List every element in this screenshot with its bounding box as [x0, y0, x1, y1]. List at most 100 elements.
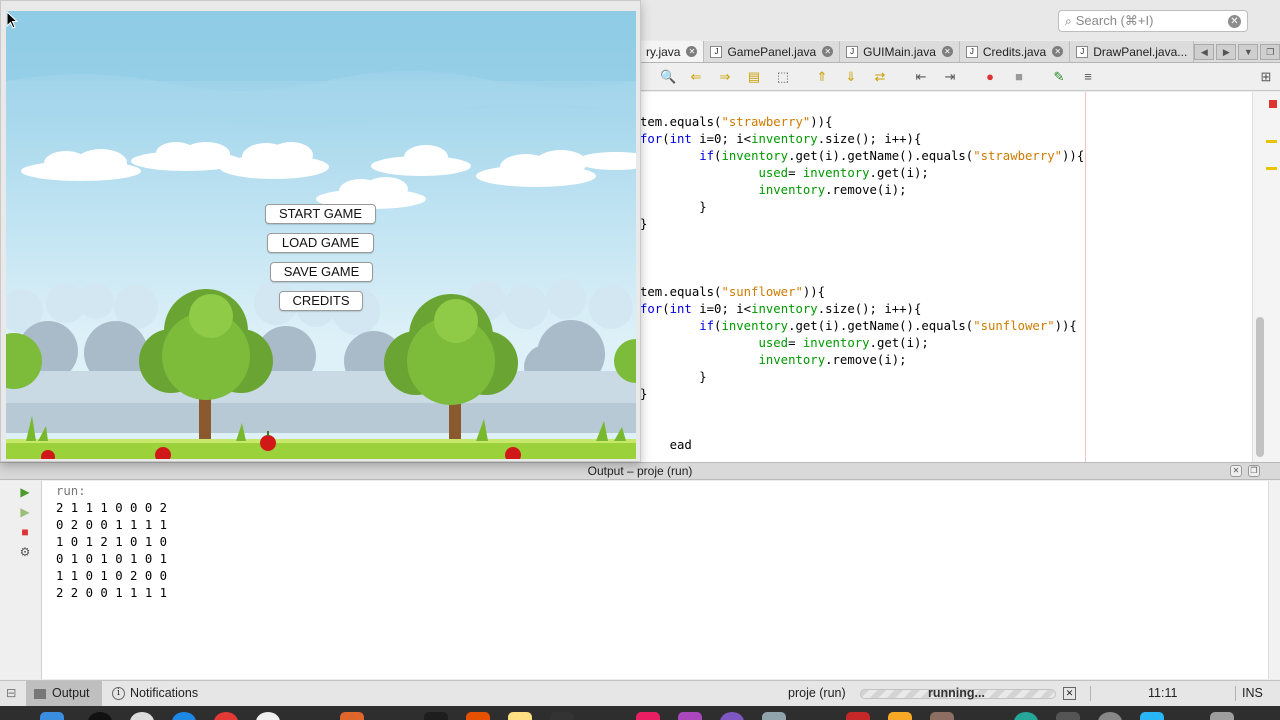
app-icon[interactable]: [888, 712, 912, 720]
comment-icon[interactable]: ✎: [1051, 69, 1067, 85]
running-task-name[interactable]: proje (run): [788, 681, 846, 706]
output-scrollbar[interactable]: [1268, 481, 1280, 679]
close-panel-icon[interactable]: ✕: [1230, 465, 1242, 477]
find-icon[interactable]: 🔍: [660, 69, 676, 85]
uncomment-icon[interactable]: ≡: [1080, 69, 1096, 85]
maximize-window-icon[interactable]: ❐: [1260, 43, 1280, 60]
close-tab-icon[interactable]: ✕: [822, 46, 834, 57]
next-bookmark-icon[interactable]: ⇓: [843, 69, 859, 85]
tab-list-icon[interactable]: ▼: [1238, 43, 1259, 60]
minimize-panels-icon[interactable]: ⊟: [6, 681, 20, 706]
app-icon[interactable]: [1098, 712, 1122, 720]
app-icon[interactable]: [424, 712, 448, 720]
notes-icon[interactable]: [508, 712, 532, 720]
split-editor-icon[interactable]: ⊞: [1258, 69, 1274, 85]
code-line: for(int i=0; i<inventory.size(); i++){: [640, 132, 922, 146]
toggle-bookmark-icon[interactable]: ⇄: [872, 69, 888, 85]
shift-left-icon[interactable]: ⇤: [913, 69, 929, 85]
notifications-button[interactable]: i Notifications: [112, 681, 198, 706]
divider: [1235, 686, 1236, 701]
tab-label: GamePanel.java: [727, 44, 817, 59]
console-line: 1 1 0 1 0 2 0 0: [56, 569, 168, 583]
clear-search-icon[interactable]: ✕: [1228, 14, 1241, 28]
code-line: if(inventory.get(i).getName().equals("st…: [699, 149, 1085, 163]
toggle-selection-icon[interactable]: ⬚: [775, 69, 791, 85]
app-icon[interactable]: [214, 712, 238, 720]
app-icon[interactable]: [846, 712, 870, 720]
cancel-task-icon[interactable]: ✕: [1063, 687, 1076, 700]
app-icon[interactable]: [762, 712, 786, 720]
code-line: tem.equals("sunflower")){: [640, 285, 826, 299]
warning-marker[interactable]: [1266, 140, 1277, 143]
shift-right-icon[interactable]: ⇥: [942, 69, 958, 85]
tab-drawpanel[interactable]: J DrawPanel.java...: [1070, 41, 1195, 62]
app-icon[interactable]: [1140, 712, 1164, 720]
progress-status: running...: [928, 686, 985, 700]
tab-inventory[interactable]: ry.java ✕: [640, 41, 705, 62]
output-window-button[interactable]: Output: [26, 681, 102, 706]
output-side-toolbar: ▶ ▶ ■ ⚙: [0, 481, 42, 679]
game-canvas[interactable]: START GAME LOAD GAME SAVE GAME CREDITS: [6, 11, 636, 459]
output-console[interactable]: run: 2 1 1 1 0 0 0 2 0 2 0 0 1 1 1 1 1 0…: [42, 481, 1268, 679]
app-icon[interactable]: [1056, 712, 1080, 720]
close-tab-icon[interactable]: ✕: [941, 46, 953, 57]
find-previous-icon[interactable]: ⇐: [688, 69, 704, 85]
find-next-icon[interactable]: ⇒: [717, 69, 733, 85]
code-editor[interactable]: tem.equals("strawberry")){ for(int i=0; …: [640, 92, 1252, 462]
tab-credits[interactable]: J Credits.java ✕: [959, 41, 1071, 62]
rerun-icon[interactable]: ▶: [17, 484, 33, 500]
app-icon[interactable]: [256, 712, 280, 720]
safari-icon[interactable]: [172, 712, 196, 720]
credits-button[interactable]: CREDITS: [279, 291, 363, 311]
load-game-button[interactable]: LOAD GAME: [267, 233, 374, 253]
app-icon[interactable]: [678, 712, 702, 720]
editor-scrollbar[interactable]: [1252, 92, 1280, 462]
settings-icon[interactable]: ⚙: [17, 544, 33, 560]
warning-marker[interactable]: [1266, 167, 1277, 170]
save-game-button[interactable]: SAVE GAME: [270, 262, 373, 282]
app-icon[interactable]: [340, 712, 364, 720]
code-line: tem.equals("strawberry")){: [640, 115, 833, 129]
previous-bookmark-icon[interactable]: ⇑: [814, 69, 830, 85]
app-icon[interactable]: [130, 712, 154, 720]
tab-guimain[interactable]: J GUIMain.java ✕: [840, 41, 960, 62]
code-line: inventory.remove(i);: [758, 183, 907, 197]
trash-icon[interactable]: [1210, 712, 1234, 720]
tab-gamepanel[interactable]: J GamePanel.java ✕: [704, 41, 841, 62]
scrollbar-thumb[interactable]: [1256, 317, 1264, 457]
mouse-pointer-icon: [6, 11, 18, 29]
run-label: run:: [56, 484, 86, 498]
app-icon[interactable]: [550, 712, 574, 720]
app-icon[interactable]: [636, 712, 660, 720]
java-file-icon: J: [1076, 45, 1089, 58]
app-icon[interactable]: [930, 712, 954, 720]
start-game-button[interactable]: START GAME: [265, 204, 376, 224]
start-macro-icon[interactable]: ●: [982, 69, 998, 85]
finder-icon[interactable]: [40, 712, 64, 720]
rerun-with-options-icon[interactable]: ▶: [17, 504, 33, 520]
restore-panel-icon[interactable]: ❐: [1248, 465, 1260, 477]
output-panel-header: Output – proje (run) ✕ ❐: [0, 462, 1280, 480]
console-line: 2 1 1 1 0 0 0 2: [56, 501, 168, 515]
code-line: used= inventory.get(i);: [758, 336, 929, 350]
scroll-tabs-left-icon[interactable]: ◀: [1194, 43, 1215, 60]
tab-label: DrawPanel.java...: [1093, 44, 1188, 59]
caret-position: 11:11: [1148, 686, 1178, 700]
tab-label: ry.java: [646, 44, 681, 59]
close-tab-icon[interactable]: ✕: [686, 46, 698, 57]
toggle-highlight-icon[interactable]: ▤: [746, 69, 762, 85]
app-icon[interactable]: [1014, 712, 1038, 720]
search-input[interactable]: ⌕ Search (⌘+I) ✕: [1058, 10, 1248, 32]
close-tab-icon[interactable]: ✕: [1052, 46, 1064, 57]
stop-macro-icon[interactable]: ■: [1011, 69, 1027, 85]
stop-icon[interactable]: ■: [17, 524, 33, 540]
java-file-icon: J: [710, 45, 723, 58]
app-icon[interactable]: [88, 712, 112, 720]
app-icon[interactable]: [466, 712, 490, 720]
scroll-tabs-right-icon[interactable]: ▶: [1216, 43, 1237, 60]
search-icon: ⌕: [1065, 13, 1072, 28]
code-line: }: [640, 217, 648, 231]
app-icon[interactable]: [720, 712, 744, 720]
output-label: Output: [52, 686, 90, 700]
error-marker[interactable]: [1269, 100, 1277, 108]
